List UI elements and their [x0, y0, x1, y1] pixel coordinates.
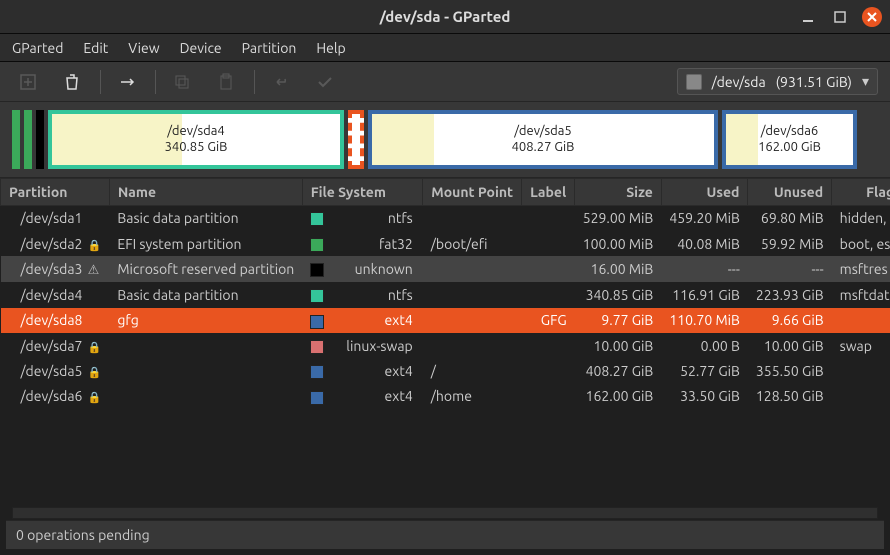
col-mount[interactable]: Mount Point [423, 179, 522, 206]
statusbar: 0 operations pending [6, 520, 884, 549]
fs-color-swatch [310, 315, 324, 329]
resize-move-button[interactable] [111, 66, 143, 98]
disk-icon [686, 74, 702, 90]
window-controls [798, 7, 882, 27]
apply-button [309, 66, 341, 98]
titlebar: /dev/sda - GParted [0, 0, 890, 34]
lock-icon: 🔒 [88, 391, 102, 404]
partition-table: Partition Name File System Mount Point L… [0, 178, 890, 410]
fs-color-swatch [310, 289, 324, 303]
lock-icon: 🔒 [88, 239, 102, 252]
fs-color-swatch [310, 365, 324, 379]
col-used[interactable]: Used [661, 179, 748, 206]
col-flags[interactable]: Flags [832, 179, 890, 206]
col-name[interactable]: Name [109, 179, 302, 206]
table-row[interactable]: /dev/sda6 🔒ext4/home162.00 GiB33.50 GiB1… [1, 384, 890, 409]
menu-partition[interactable]: Partition [242, 40, 297, 56]
menu-edit[interactable]: Edit [83, 40, 108, 56]
fs-color-swatch [310, 391, 324, 405]
partition-table-wrapper: Partition Name File System Mount Point L… [0, 178, 890, 518]
table-row[interactable]: /dev/sda8 gfgext4GFG9.77 GiB110.70 MiB9.… [1, 308, 890, 333]
table-row[interactable]: /dev/sda5 🔒ext4/408.27 GiB52.77 GiB355.5… [1, 358, 890, 383]
pending-count: 0 operations pending [16, 527, 150, 543]
table-row[interactable]: /dev/sda7 🔒linux-swap10.00 GiB0.00 B10.0… [1, 333, 890, 358]
undo-button [265, 66, 297, 98]
col-partition[interactable]: Partition [1, 179, 110, 206]
table-row[interactable]: /dev/sda1 Basic data partitionntfs529.00… [1, 206, 890, 231]
warning-icon: ⚠ [88, 263, 100, 278]
table-row[interactable]: /dev/sda4 Basic data partitionntfs340.85… [1, 282, 890, 307]
col-fs[interactable]: File System [302, 179, 422, 206]
device-path: /dev/sda [712, 74, 766, 90]
menu-gparted[interactable]: GParted [12, 40, 63, 56]
chevron-down-icon: ▾ [862, 73, 869, 90]
disk-block[interactable]: /dev/sda6162.00 GiB [722, 110, 857, 169]
col-label[interactable]: Label [522, 179, 575, 206]
menu-help[interactable]: Help [316, 40, 345, 56]
disk-block[interactable]: /dev/sda4340.85 GiB [48, 110, 344, 169]
fs-color-swatch [310, 340, 324, 354]
table-row[interactable]: /dev/sda2 🔒EFI system partitionfat32/boo… [1, 231, 890, 256]
disk-block[interactable] [24, 110, 32, 169]
copy-button [166, 66, 198, 98]
minimize-button[interactable] [798, 7, 818, 27]
close-button[interactable] [862, 7, 882, 27]
fs-color-swatch [310, 212, 324, 226]
toolbar: /dev/sda (931.51 GiB) ▾ [0, 62, 890, 102]
menu-device[interactable]: Device [180, 40, 222, 56]
disk-block[interactable]: /dev/sda5408.27 GiB [368, 110, 718, 169]
disk-block[interactable] [348, 110, 364, 169]
lock-icon: 🔒 [88, 341, 102, 354]
new-partition-button [12, 66, 44, 98]
lock-icon: 🔒 [88, 366, 102, 379]
toolbar-separator [100, 70, 101, 94]
disk-block[interactable] [36, 110, 44, 169]
disk-graphic[interactable]: /dev/sda4340.85 GiB/dev/sda5408.27 GiB/d… [0, 102, 890, 178]
device-selector[interactable]: /dev/sda (931.51 GiB) ▾ [677, 68, 878, 95]
maximize-button[interactable] [830, 7, 850, 27]
fs-color-swatch [310, 263, 324, 277]
delete-partition-button[interactable] [56, 66, 88, 98]
device-size: (931.51 GiB) [776, 74, 852, 90]
menubar: GParted Edit View Device Partition Help [0, 34, 890, 62]
toolbar-separator [155, 70, 156, 94]
col-size[interactable]: Size [575, 179, 662, 206]
fs-color-swatch [310, 238, 324, 252]
toolbar-separator [254, 70, 255, 94]
disk-block[interactable] [12, 110, 20, 169]
pending-operations-area [12, 507, 878, 519]
menu-view[interactable]: View [128, 40, 159, 56]
table-row[interactable]: /dev/sda3 ⚠Microsoft reserved partitionu… [1, 256, 890, 282]
paste-button [210, 66, 242, 98]
window-title: /dev/sda - GParted [380, 8, 511, 25]
col-unused[interactable]: Unused [748, 179, 832, 206]
